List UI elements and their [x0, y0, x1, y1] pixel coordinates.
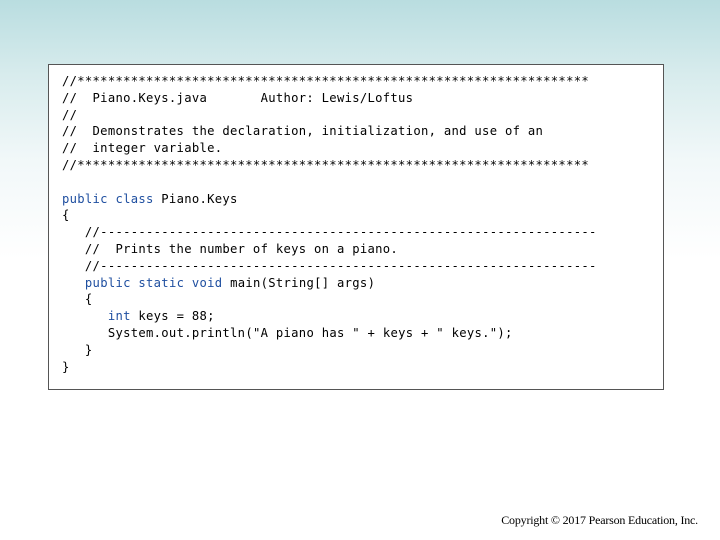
code-keyword: public: [62, 191, 108, 206]
code-line: {: [62, 292, 93, 307]
copyright-notice: Copyright © 2017 Pearson Education, Inc.: [501, 513, 698, 527]
code-line: // integer variable.: [62, 141, 223, 156]
code-line: // Piano.Keys.java Author: Lewis/Loftus: [62, 90, 414, 105]
code-keyword: static: [138, 275, 185, 290]
code-line: public static void main(String[] args): [84, 275, 376, 290]
code-keyword: public: [84, 275, 131, 290]
code-keyword: int: [107, 309, 131, 324]
code-line: public class Piano.Keys: [62, 191, 238, 206]
code-line: int keys = 88;: [107, 309, 215, 324]
code-listing: //**************************************…: [62, 73, 597, 375]
code-line: //**************************************…: [62, 74, 589, 88]
code-listing-box: //**************************************…: [48, 64, 664, 390]
code-keyword: void: [191, 275, 223, 290]
code-keyword: class: [115, 191, 154, 206]
code-line: //--------------------------------------…: [62, 225, 597, 240]
code-line: // Prints the number of keys on a piano.: [62, 241, 399, 256]
code-line: }: [62, 359, 70, 374]
code-line: //**************************************…: [62, 157, 589, 172]
code-line: //: [62, 107, 78, 122]
code-line: // Demonstrates the declaration, initial…: [62, 124, 544, 139]
code-line: {: [62, 208, 70, 223]
code-line: System.out.println("A piano has " + keys…: [107, 325, 513, 340]
code-line: }: [62, 342, 93, 357]
code-line: //--------------------------------------…: [62, 258, 597, 273]
